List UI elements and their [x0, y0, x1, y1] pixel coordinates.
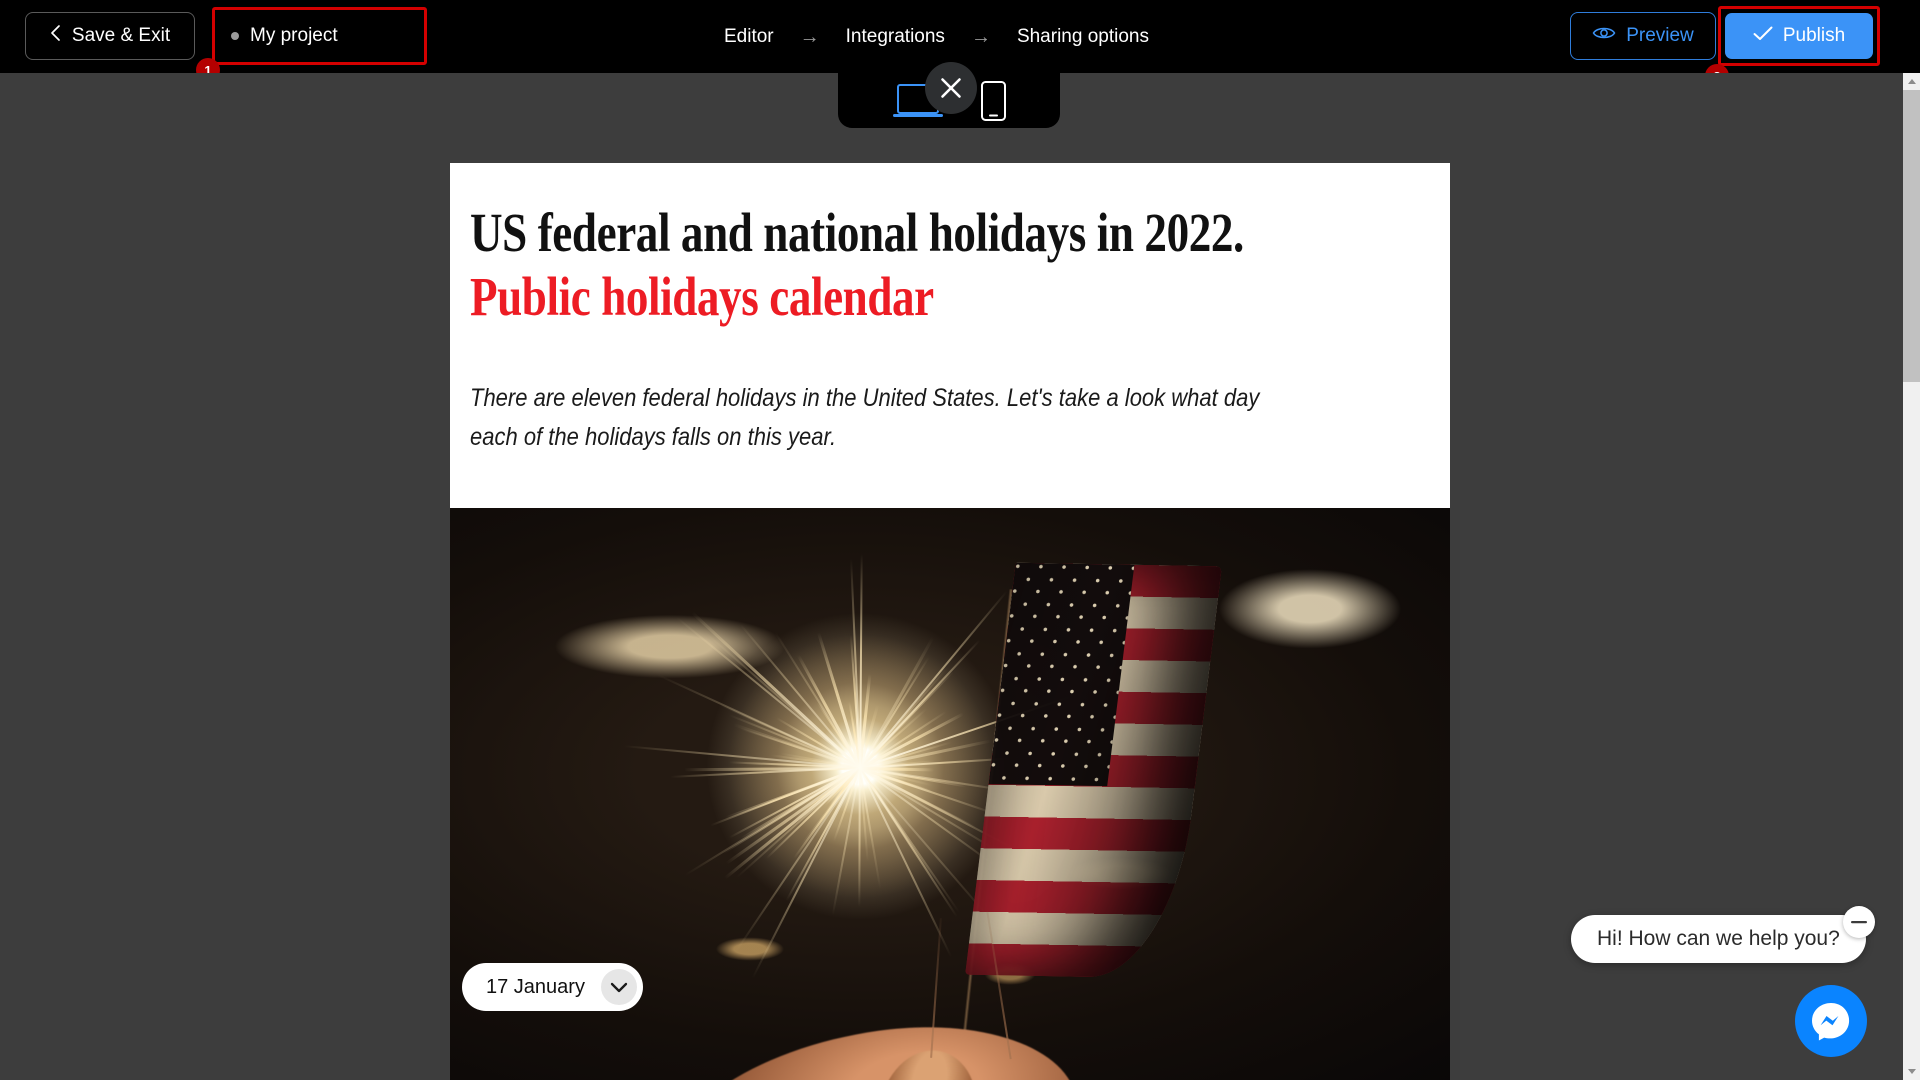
- breadcrumb-item-sharing-options[interactable]: Sharing options: [1013, 26, 1153, 48]
- messenger-icon: [1812, 1003, 1850, 1041]
- preview-button[interactable]: Preview: [1570, 12, 1716, 60]
- page-headline-line-1: US federal and national holidays in 2022…: [470, 202, 1244, 263]
- hero-text-block: US federal and national holidays in 2022…: [450, 163, 1450, 509]
- scrollbar-thumb[interactable]: [1903, 90, 1920, 382]
- sparkler-ray: [859, 766, 996, 866]
- project-name-label: My project: [250, 25, 338, 46]
- chat-greeting-text: Hi! How can we help you?: [1597, 927, 1840, 950]
- scrollbar-up-arrow[interactable]: [1903, 73, 1920, 90]
- breadcrumb: Editor → Integrations → Sharing options: [720, 0, 1153, 73]
- scrollbar-down-arrow[interactable]: [1903, 1063, 1920, 1080]
- hero-image-block: 17 January: [450, 508, 1450, 1080]
- page-preview: US federal and national holidays in 2022…: [450, 163, 1450, 1080]
- triangle-up-icon: [1907, 79, 1916, 84]
- chevron-left-icon: [50, 24, 61, 48]
- vertical-scrollbar[interactable]: [1903, 73, 1920, 1080]
- publish-button[interactable]: Publish: [1725, 13, 1873, 59]
- page-subtitle: There are eleven federal holidays in the…: [470, 383, 1260, 451]
- triangle-down-icon: [1907, 1069, 1916, 1074]
- save-and-exit-label: Save & Exit: [71, 25, 171, 46]
- chat-minimize-button[interactable]: [1843, 906, 1875, 938]
- sparkler-ray: [685, 766, 861, 876]
- breadcrumb-arrow-icon: →: [970, 25, 991, 48]
- mobile-view-button[interactable]: [980, 80, 1007, 122]
- unsaved-dot-icon: [231, 32, 239, 40]
- breadcrumb-item-integrations[interactable]: Integrations: [842, 26, 949, 48]
- project-name-field[interactable]: My project: [215, 10, 424, 62]
- chat-greeting-bubble[interactable]: Hi! How can we help you?: [1571, 915, 1866, 963]
- sparkler-ray: [858, 767, 861, 907]
- check-icon: [1753, 25, 1773, 47]
- date-selector-value: 17 January: [486, 975, 585, 998]
- editor-top-bar: Save & Exit My project 1 Editor → Integr…: [0, 0, 1920, 88]
- publish-annotation-box: Publish: [1718, 6, 1880, 66]
- project-name-annotation-box: My project: [212, 7, 427, 65]
- breadcrumb-item-editor[interactable]: Editor: [720, 26, 778, 48]
- publish-label: Publish: [1782, 25, 1846, 46]
- breadcrumb-arrow-icon: →: [799, 25, 820, 48]
- preview-label: Preview: [1626, 25, 1694, 46]
- eye-icon: [1592, 25, 1616, 47]
- save-and-exit-button[interactable]: Save & Exit: [25, 12, 195, 60]
- chevron-down-icon[interactable]: [600, 969, 637, 1006]
- messenger-launcher-button[interactable]: [1795, 985, 1867, 1057]
- page-headline-line-2: Public holidays calendar: [470, 266, 934, 328]
- close-device-toggle-button[interactable]: [925, 62, 977, 114]
- date-selector[interactable]: 17 January: [462, 963, 643, 1012]
